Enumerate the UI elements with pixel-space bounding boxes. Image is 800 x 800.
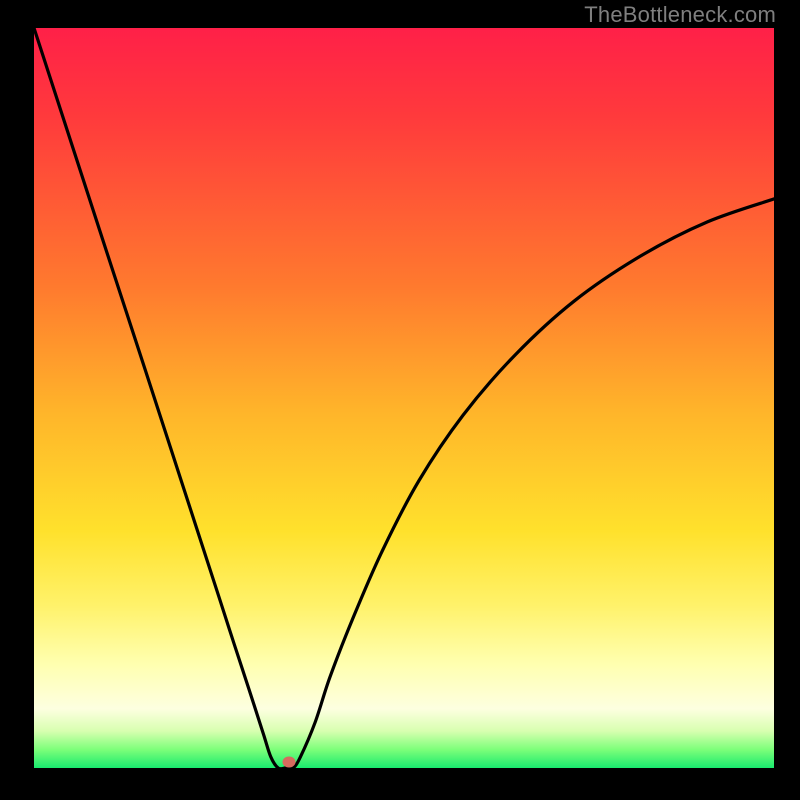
watermark-text: TheBottleneck.com: [584, 2, 776, 28]
bottleneck-curve: [34, 28, 774, 768]
plot-area: [34, 28, 774, 768]
optimal-point-marker: [283, 757, 296, 768]
chart-frame: TheBottleneck.com: [0, 0, 800, 800]
